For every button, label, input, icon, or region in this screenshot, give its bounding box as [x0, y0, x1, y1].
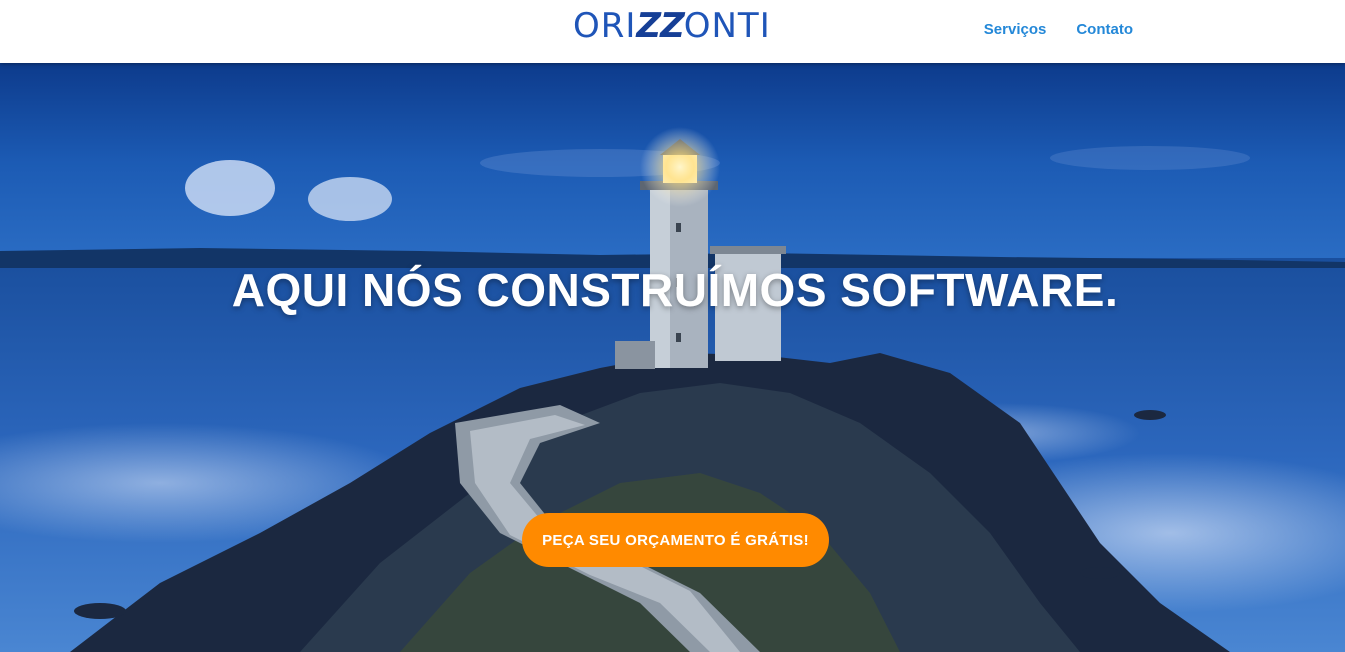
- logo-prefix: ORI: [573, 6, 637, 46]
- top-navbar: ORIZZONTI Serviços Contato: [0, 0, 1345, 63]
- main-nav: Serviços Contato: [984, 21, 1133, 38]
- nav-link-contato[interactable]: Contato: [1076, 21, 1133, 38]
- logo-suffix: ONTI: [683, 6, 771, 46]
- nav-link-servicos[interactable]: Serviços: [984, 21, 1047, 38]
- hero-headline: AQUI NÓS CONSTRUÍMOS SOFTWARE.: [231, 264, 1119, 316]
- request-quote-button[interactable]: PEÇA SEU ORÇAMENTO É GRÁTIS!: [522, 513, 829, 567]
- hero-section: AQUI NÓS CONSTRUÍMOS SOFTWARE. PEÇA SEU …: [0, 63, 1345, 652]
- logo-accent: ZZ: [636, 6, 684, 46]
- brand-logo[interactable]: ORIZZONTI: [573, 6, 771, 46]
